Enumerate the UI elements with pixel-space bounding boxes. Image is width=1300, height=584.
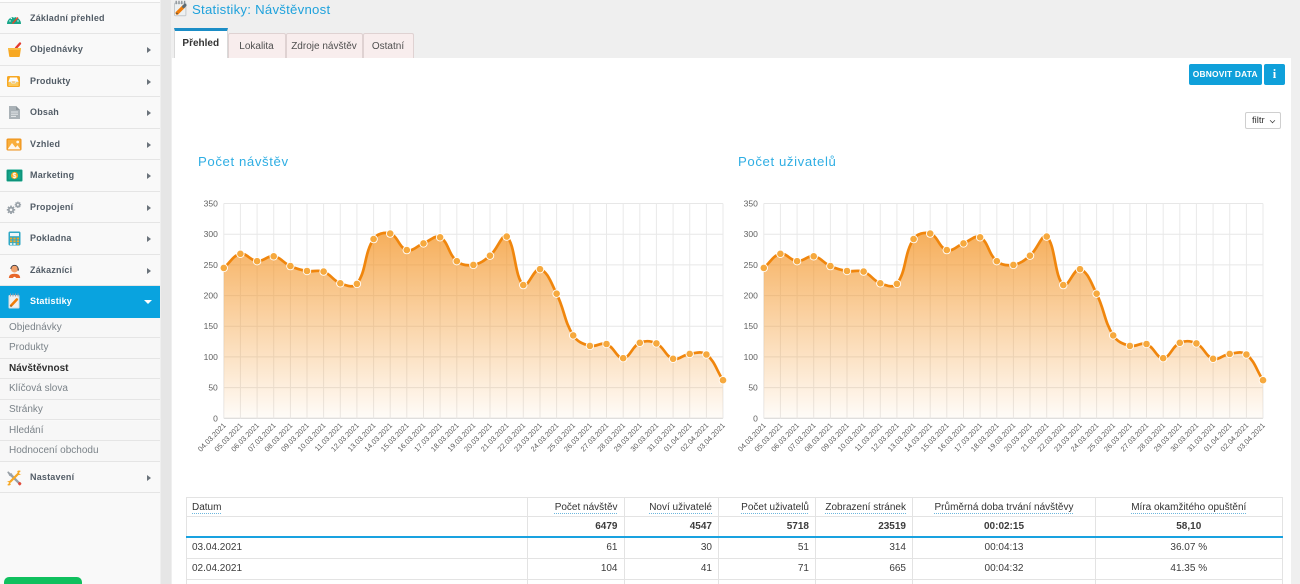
svg-text:0: 0 [213,413,218,423]
svg-text:100: 100 [204,352,218,362]
svg-text:200: 200 [204,291,218,301]
svg-text:200: 200 [744,291,758,301]
svg-text:250: 250 [744,260,758,270]
svg-text:350: 350 [204,199,218,209]
svg-text:100: 100 [744,352,758,362]
svg-text:150: 150 [744,321,758,331]
svg-text:0: 0 [753,413,758,423]
svg-text:300: 300 [204,229,218,239]
svg-text:50: 50 [208,383,218,393]
svg-text:350: 350 [744,199,758,209]
svg-text:150: 150 [204,321,218,331]
svg-text:300: 300 [744,229,758,239]
svg-text:$: $ [13,173,17,180]
svg-text:250: 250 [204,260,218,270]
svg-text:50: 50 [748,383,758,393]
